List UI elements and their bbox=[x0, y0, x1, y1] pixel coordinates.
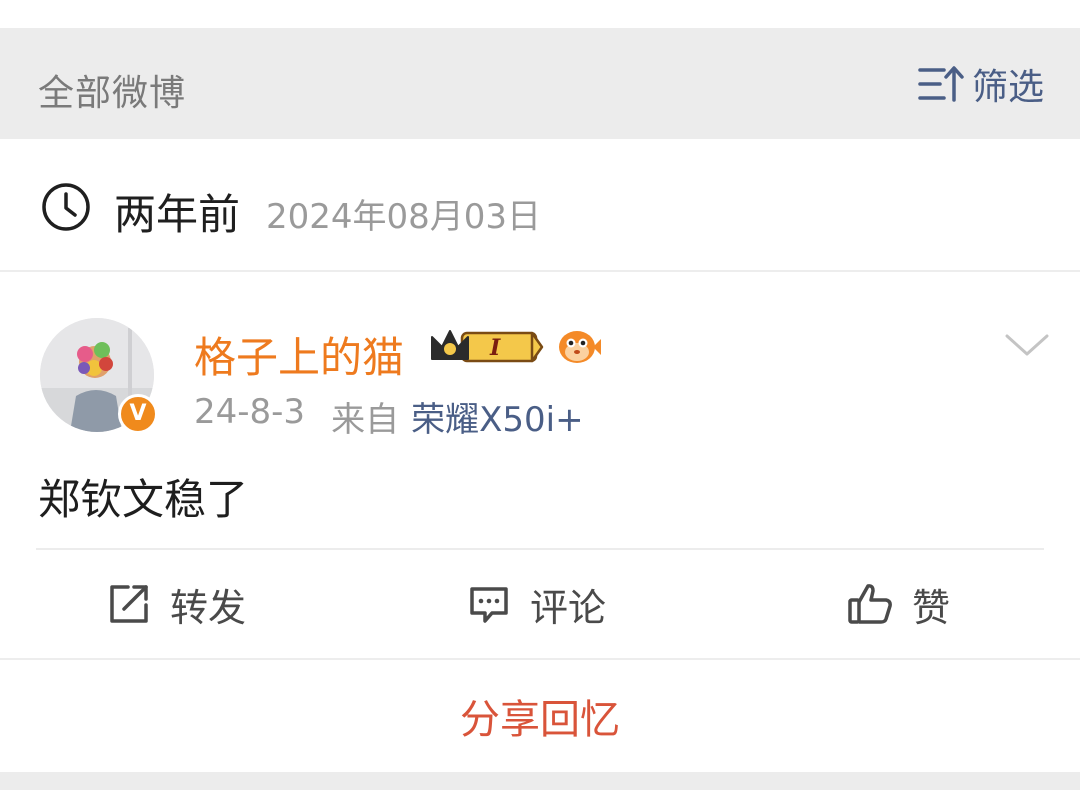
status-strip bbox=[0, 0, 1080, 28]
post-meta: 24-8-3 来自 荣耀X50i+ bbox=[194, 392, 584, 441]
username[interactable]: 格子上的猫 bbox=[194, 324, 404, 385]
weibo-post: V 格子上的猫 I 24-8-3 来自 荣耀X50i+ 郑钦文稳了 转发 评论 … bbox=[0, 274, 1080, 658]
share-row: 分享回忆 bbox=[0, 658, 1080, 772]
vip-level: I bbox=[489, 335, 501, 361]
device-source[interactable]: 荣耀X50i+ bbox=[411, 392, 584, 441]
clock-icon bbox=[42, 183, 90, 231]
filter-bar: 全部微博 筛选 bbox=[0, 28, 1080, 139]
like-button[interactable]: 赞 bbox=[846, 574, 950, 634]
filter-button[interactable]: 筛选 bbox=[918, 62, 1044, 108]
from-prefix: 来自 bbox=[331, 400, 400, 440]
like-label: 赞 bbox=[912, 585, 951, 630]
relative-time: 两年前 bbox=[114, 190, 241, 239]
date-header: 两年前 2024年08月03日 bbox=[0, 139, 1080, 272]
chevron-down-icon[interactable] bbox=[1004, 332, 1050, 360]
post-date: 24-8-3 bbox=[194, 392, 306, 432]
vip-crown-badge[interactable]: I bbox=[428, 325, 544, 367]
absolute-date: 2024年08月03日 bbox=[266, 197, 542, 237]
divider bbox=[36, 548, 1044, 550]
comment-label: 评论 bbox=[530, 585, 607, 630]
share-memory-button[interactable]: 分享回忆 bbox=[460, 687, 620, 745]
user-badges: I bbox=[428, 322, 602, 370]
pufferfish-badge[interactable] bbox=[556, 325, 602, 367]
comment-button[interactable]: 评论 bbox=[466, 574, 606, 634]
repost-button[interactable]: 转发 bbox=[106, 574, 246, 634]
bottom-divider bbox=[0, 772, 1080, 790]
filter-label: 筛选 bbox=[971, 67, 1044, 108]
thumbs-up-icon bbox=[848, 584, 892, 624]
repost-label: 转发 bbox=[170, 585, 247, 630]
all-weibo-label: 全部微博 bbox=[38, 73, 187, 114]
comment-icon bbox=[470, 587, 508, 623]
sort-filter-icon bbox=[918, 66, 964, 102]
post-text: 郑钦文稳了 bbox=[38, 475, 249, 524]
repost-icon bbox=[110, 585, 148, 623]
verified-badge: V bbox=[118, 394, 158, 434]
